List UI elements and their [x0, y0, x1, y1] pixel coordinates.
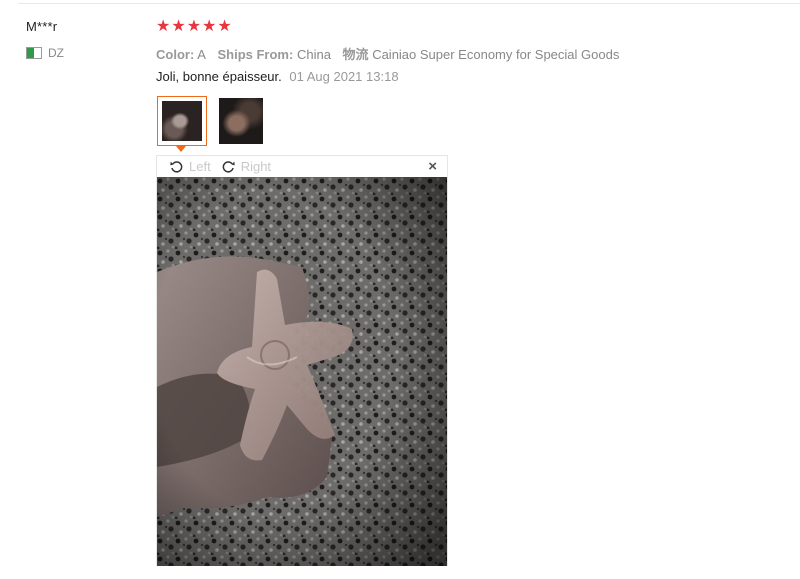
star-icon: ★ [156, 18, 171, 35]
close-icon[interactable]: × [428, 158, 437, 175]
reviewer-country: DZ [26, 46, 64, 60]
rotate-left-icon [170, 161, 183, 173]
star-icon: ★ [171, 18, 186, 35]
star-icon: ★ [217, 18, 232, 35]
review-date: 01 Aug 2021 13:18 [289, 69, 399, 84]
color-label: Color: [156, 47, 195, 62]
star-icon: ★ [202, 18, 217, 35]
thumbnail-2[interactable] [216, 96, 266, 146]
flag-icon [26, 47, 42, 59]
image-viewer: Left Right × [156, 155, 448, 566]
color-value: A [197, 47, 206, 62]
reviewer-name: M***r [26, 19, 58, 34]
rotate-left-button[interactable]: Left [169, 159, 211, 174]
review-thumbnails [157, 96, 266, 146]
rotate-right-icon [222, 161, 235, 173]
rotate-left-label: Left [189, 159, 211, 174]
star-icon: ★ [186, 18, 202, 35]
purchase-attributes: Color: A Ships From: China 物流 Cainiao Su… [156, 44, 619, 63]
viewer-toolbar: Left Right × [157, 156, 447, 177]
ships-from-label: Ships From: [217, 47, 294, 62]
rotate-right-button[interactable]: Right [221, 159, 271, 174]
review-body: Joli, bonne épaisseur. 01 Aug 2021 13:18 [156, 69, 399, 84]
rotate-right-label: Right [240, 159, 272, 174]
review-photo-large [157, 177, 447, 566]
star-rating: ★ ★ ★ ★ ★ [156, 19, 232, 35]
selected-thumbnail-pointer [176, 146, 186, 152]
top-divider [18, 3, 800, 4]
ships-from-value: China [296, 47, 331, 62]
review-text: Joli, bonne épaisseur. [156, 69, 282, 84]
logistics-value: Cainiao Super Economy for Special Goods [372, 47, 620, 62]
thumbnail-1[interactable] [157, 96, 207, 146]
review-photo-image [157, 177, 447, 566]
country-code: DZ [48, 46, 64, 60]
logistics-label: 物流 [342, 47, 369, 62]
